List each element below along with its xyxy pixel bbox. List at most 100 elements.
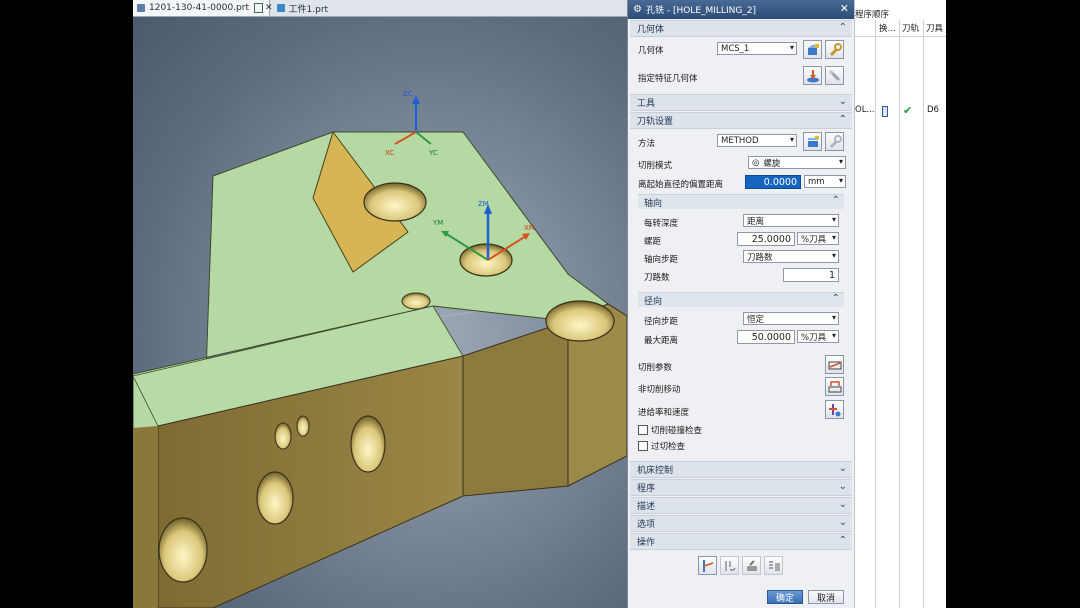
- collision-check-checkbox[interactable]: [638, 425, 648, 435]
- part-file-icon: [276, 4, 285, 12]
- dialog-title-bar[interactable]: ⚙ 孔铣 - [HOLE_MILLING_2] ✕: [628, 0, 855, 19]
- checkmark-icon: ✔: [903, 104, 913, 117]
- edit-method-button[interactable]: [825, 132, 844, 151]
- radial-step-select[interactable]: 恒定 ▾: [743, 312, 839, 325]
- non-cut-moves-label: 非切削移动: [638, 385, 681, 395]
- passes-input[interactable]: 1: [783, 268, 839, 282]
- chevron-down-icon: ⌄: [838, 499, 847, 510]
- tab-workpiece-label: 工件1.prt: [288, 4, 329, 15]
- feeds-speeds-button[interactable]: [825, 400, 844, 419]
- subsection-radial[interactable]: 径向 ⌃: [638, 292, 844, 307]
- method-select[interactable]: METHOD ▾: [717, 134, 797, 147]
- max-distance-unit-select[interactable]: %刀具 ▾: [797, 330, 839, 343]
- offset-unit-select[interactable]: mm ▾: [804, 175, 846, 188]
- close-icon[interactable]: ✕: [840, 2, 849, 15]
- chevron-down-icon: ▾: [789, 43, 794, 52]
- section-tool[interactable]: 工具 ⌄: [630, 94, 852, 111]
- tab-part-file-label: 1201-130-41-0000.prt: [149, 3, 249, 13]
- axis-label-yc: YC: [428, 149, 438, 157]
- chevron-down-icon: ⌄: [838, 463, 847, 474]
- cut-params-label: 切削参数: [638, 363, 673, 373]
- list-button[interactable]: [764, 556, 783, 575]
- specify-feature-button[interactable]: [803, 66, 822, 85]
- non-cut-moves-button[interactable]: [825, 377, 844, 396]
- part-file-icon: [137, 4, 145, 12]
- depth-per-rev-label: 每转深度: [644, 219, 679, 229]
- chevron-down-icon: ▾: [831, 215, 836, 224]
- depth-per-rev-select[interactable]: 距离 ▾: [743, 214, 839, 227]
- display-feature-button[interactable]: [825, 66, 844, 85]
- chevron-down-icon: ▾: [831, 233, 836, 242]
- feature-geometry-label: 指定特征几何体: [638, 74, 698, 84]
- axial-step-select[interactable]: 刀路数 ▾: [743, 250, 839, 263]
- tab-part-file[interactable]: 1201-130-41-0000.prt: [133, 0, 270, 16]
- cut-mode-label: 切削模式: [638, 161, 673, 171]
- geometry-create-icon: [807, 43, 819, 55]
- replay-icon: [724, 560, 736, 571]
- graphics-viewport[interactable]: 1201-130-41-0000.prt ✕ 工件1.prt ZC XC YC …: [133, 0, 627, 608]
- axis-label-ym: YM: [432, 219, 443, 227]
- operation-navigator: 程序顺序 换... 刀轨 刀具 OL... ✔ D6: [854, 0, 947, 608]
- section-actions[interactable]: 操作 ⌃: [630, 533, 852, 550]
- column-header-toolpath[interactable]: 刀轨: [902, 22, 919, 34]
- new-geometry-button[interactable]: [803, 40, 822, 59]
- chevron-down-icon: ▾: [838, 176, 843, 185]
- overcut-check-checkbox[interactable]: [638, 441, 648, 451]
- pitch-input[interactable]: 25.0000: [737, 232, 795, 246]
- feature-geometry-icon: [806, 69, 819, 82]
- verify-button[interactable]: [742, 556, 761, 575]
- section-geometry[interactable]: 几何体 ⌃: [630, 20, 852, 37]
- operation-tool: D6: [927, 105, 939, 115]
- replay-button[interactable]: [720, 556, 739, 575]
- section-description[interactable]: 描述 ⌄: [630, 497, 852, 514]
- subsection-axial[interactable]: 轴向 ⌃: [638, 194, 844, 209]
- offset-input[interactable]: 0.0000: [745, 175, 801, 189]
- table-row[interactable]: OL... ✔ D6: [855, 104, 947, 118]
- close-tab-icon[interactable]: ✕: [265, 3, 273, 13]
- wrench-icon: [829, 42, 842, 56]
- generate-icon: [702, 559, 713, 572]
- cut-params-button[interactable]: [825, 355, 844, 374]
- chevron-down-icon: ▾: [789, 135, 794, 144]
- file-tab-bar: 1201-130-41-0000.prt ✕ 工件1.prt: [133, 0, 627, 17]
- cancel-button[interactable]: 取消: [808, 590, 844, 604]
- flashlight-icon: [828, 69, 840, 81]
- section-machine-control[interactable]: 机床控制 ⌄: [630, 461, 852, 478]
- axis-label-zc: ZC: [403, 90, 413, 98]
- max-distance-label: 最大距离: [644, 336, 679, 346]
- geometry-label: 几何体: [638, 46, 664, 56]
- axis-label-xc: XC: [385, 149, 394, 157]
- column-header-change[interactable]: 换...: [879, 22, 896, 34]
- geometry-select[interactable]: MCS_1 ▾: [717, 42, 797, 55]
- chevron-up-icon: ⌃: [838, 535, 847, 546]
- chevron-down-icon: ▾: [838, 157, 843, 166]
- file-icon: [882, 106, 888, 117]
- new-method-button[interactable]: [803, 132, 822, 151]
- chevron-down-icon: ▾: [831, 331, 836, 340]
- section-path-settings[interactable]: 刀轨设置 ⌃: [630, 112, 852, 129]
- gear-icon[interactable]: ⚙: [633, 4, 642, 15]
- feeds-speeds-label: 进给率和速度: [638, 408, 690, 418]
- navigator-title: 程序顺序: [855, 10, 890, 20]
- edit-geometry-button[interactable]: [825, 40, 844, 59]
- chevron-down-icon: ⌄: [838, 517, 847, 528]
- section-program[interactable]: 程序 ⌄: [630, 479, 852, 496]
- list-icon: [768, 560, 780, 571]
- method-label: 方法: [638, 139, 656, 149]
- tab-workpiece-file[interactable]: ✕ 工件1.prt: [261, 0, 359, 16]
- column-header-tool[interactable]: 刀具: [926, 22, 943, 34]
- feeds-speeds-icon: [828, 403, 840, 416]
- pitch-unit-select[interactable]: %刀具 ▾: [797, 232, 839, 245]
- cut-mode-select[interactable]: ◎ 螺旋 ▾: [748, 156, 846, 169]
- chevron-up-icon: ⌃: [831, 195, 840, 206]
- wrench-icon: [829, 134, 842, 148]
- left-letterbox: [0, 0, 133, 608]
- ok-button[interactable]: 确定: [767, 590, 803, 604]
- generate-button[interactable]: [698, 556, 717, 575]
- chevron-down-icon: ⌄: [838, 481, 847, 492]
- chevron-down-icon: ▾: [831, 251, 836, 260]
- radial-step-label: 径向步距: [644, 317, 679, 327]
- part-model[interactable]: ZC XC YC ZM XM YM: [133, 16, 627, 608]
- section-options[interactable]: 选项 ⌄: [630, 515, 852, 532]
- max-distance-input[interactable]: 50.0000: [737, 330, 795, 344]
